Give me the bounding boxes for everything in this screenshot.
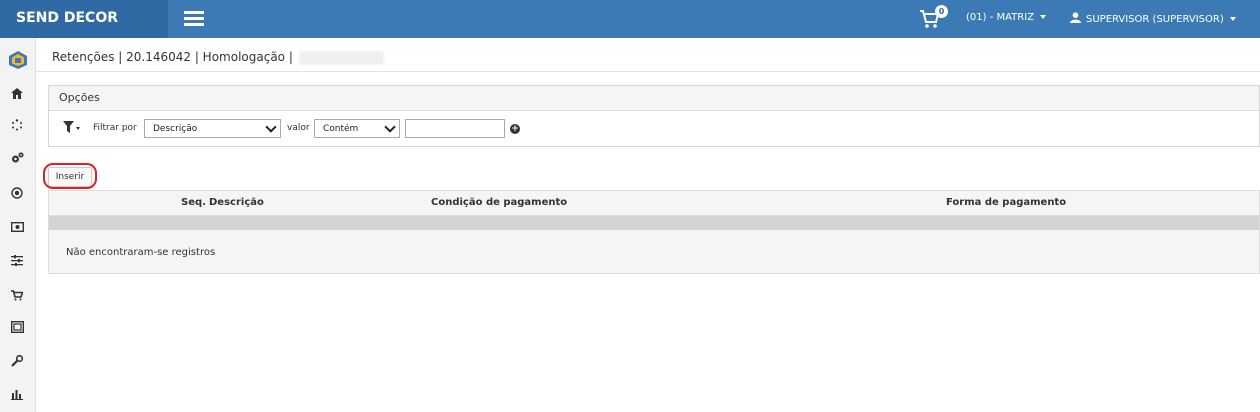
sidebar: [0, 38, 36, 412]
user-label: SUPERVISOR (SUPERVISOR): [1086, 14, 1224, 25]
money-icon[interactable]: [8, 220, 26, 238]
branch-label: (01) - MATRIZ: [966, 12, 1035, 23]
divider: [35, 71, 1260, 72]
brand-logo[interactable]: SEND DECOR: [0, 0, 168, 38]
add-filter-icon[interactable]: +: [510, 124, 520, 134]
options-panel: Opções Filtrar por Descrição valor Conté…: [48, 85, 1260, 147]
empty-message: Não encontraram-se registros: [66, 247, 216, 258]
cart-count-badge: 0: [935, 5, 948, 18]
logo-icon[interactable]: [8, 50, 27, 69]
user-menu[interactable]: SUPERVISOR (SUPERVISOR): [1070, 12, 1236, 25]
filter-field-value: Descrição: [153, 124, 198, 134]
redacted-area: [298, 50, 384, 65]
column-description[interactable]: Descrição: [209, 197, 264, 208]
highlight-circle: [43, 163, 97, 189]
breadcrumb-text: Retenções | 20.146042 | Homologação |: [52, 50, 293, 64]
filter-by-label: Filtrar por: [93, 123, 137, 133]
operator-value: Contém: [323, 124, 359, 134]
chart-icon[interactable]: [8, 388, 26, 406]
frame-icon[interactable]: [8, 320, 26, 339]
spinner-icon[interactable]: [8, 119, 26, 137]
home-icon[interactable]: [8, 87, 26, 105]
column-payment-condition[interactable]: Condição de pagamento: [431, 197, 567, 208]
top-bar: SEND DECOR 0 (01) - MATRIZ SUPERVISOR (S…: [0, 0, 1260, 38]
sliders-icon[interactable]: [8, 254, 26, 272]
user-icon: [1070, 12, 1081, 23]
table-filter-bar: [49, 216, 1259, 230]
column-seq[interactable]: Seq.: [181, 197, 206, 208]
breadcrumb: Retenções | 20.146042 | Homologação |: [52, 50, 384, 65]
filter-value-input[interactable]: [405, 119, 505, 138]
chevron-down-icon: [384, 121, 396, 133]
options-title: Opções: [49, 86, 1259, 111]
value-label: valor: [287, 123, 310, 133]
cart-icon[interactable]: [8, 289, 26, 307]
table-body: Não encontraram-se registros: [49, 230, 1259, 274]
records-table: Seq. Descrição Condição de pagamento For…: [48, 190, 1260, 274]
menu-toggle-icon[interactable]: [184, 11, 204, 27]
chevron-down-icon: [265, 121, 277, 133]
filter-row: Filtrar por Descrição valor Contém +: [49, 111, 1259, 147]
filter-icon[interactable]: [63, 120, 81, 134]
table-header: Seq. Descrição Condição de pagamento For…: [49, 191, 1259, 216]
target-icon[interactable]: [8, 187, 26, 205]
chevron-down-icon: [1229, 17, 1236, 21]
wrench-icon[interactable]: [8, 354, 26, 373]
operator-select[interactable]: Contém: [314, 119, 400, 138]
column-payment-method[interactable]: Forma de pagamento: [946, 197, 1066, 208]
cogs-icon[interactable]: [8, 152, 26, 170]
cart-icon[interactable]: 0: [919, 5, 949, 32]
filter-field-select[interactable]: Descrição: [144, 119, 281, 138]
chevron-down-icon: [1040, 15, 1047, 19]
branch-selector[interactable]: (01) - MATRIZ: [966, 12, 1047, 23]
